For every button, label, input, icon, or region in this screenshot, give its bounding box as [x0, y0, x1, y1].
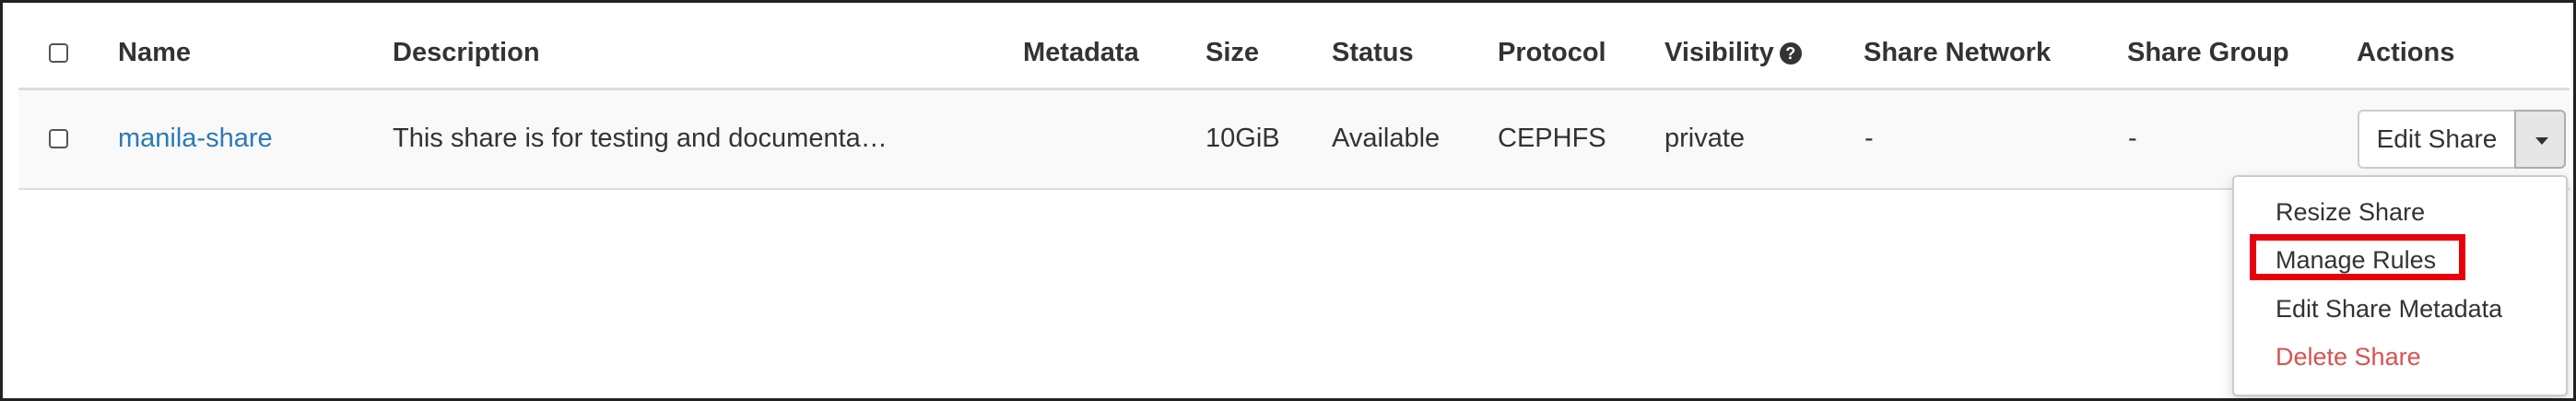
column-header-actions: Actions — [2357, 38, 2455, 67]
actions-dropdown-menu: Resize Share Manage Rules Edit Share Met… — [2232, 175, 2568, 396]
menu-item-resize-share[interactable]: Resize Share — [2276, 197, 2425, 227]
share-status: Available — [1332, 124, 1441, 153]
column-header-visibility[interactable]: Visibility? — [1664, 37, 1802, 68]
column-header-description[interactable]: Description — [393, 37, 540, 68]
column-header-status[interactable]: Status — [1332, 37, 1414, 68]
column-header-protocol[interactable]: Protocol — [1498, 37, 1606, 68]
share-protocol: CEPHFS — [1498, 124, 1606, 153]
share-network-value: - — [1864, 124, 1874, 153]
share-name-link[interactable]: manila-share — [118, 123, 273, 154]
column-header-size[interactable]: Size — [1206, 37, 1259, 68]
select-all-checkbox[interactable] — [49, 43, 68, 63]
share-description: This share is for testing and documenta… — [393, 124, 888, 153]
share-size: 10GiB — [1206, 124, 1280, 153]
row-divider — [18, 188, 2570, 190]
edit-share-button[interactable]: Edit Share — [2358, 110, 2514, 169]
column-header-share-network[interactable]: Share Network — [1864, 37, 2051, 68]
column-header-visibility-label: Visibility — [1664, 38, 1774, 67]
caret-down-icon — [2535, 137, 2548, 145]
row-select-checkbox[interactable] — [49, 129, 68, 148]
shares-table-panel: Name Description Metadata Size Status Pr… — [0, 0, 2576, 401]
menu-item-edit-share-metadata[interactable]: Edit Share Metadata — [2276, 294, 2502, 324]
manage-rules-highlight — [2250, 234, 2465, 280]
actions-dropdown-toggle[interactable] — [2514, 110, 2566, 169]
share-visibility: private — [1664, 124, 1746, 153]
column-header-metadata[interactable]: Metadata — [1023, 37, 1139, 68]
column-header-name[interactable]: Name — [118, 37, 191, 68]
question-circle-icon[interactable]: ? — [1779, 42, 1802, 65]
share-group-value: - — [2128, 124, 2137, 153]
menu-item-delete-share[interactable]: Delete Share — [2276, 342, 2421, 372]
column-header-share-group[interactable]: Share Group — [2127, 37, 2289, 68]
